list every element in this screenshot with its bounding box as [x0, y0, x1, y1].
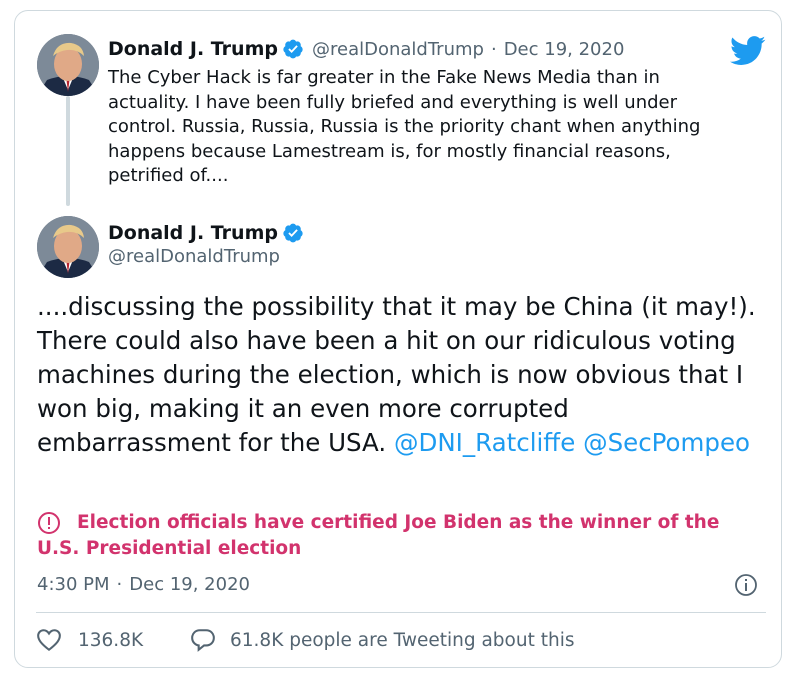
author-handle[interactable]: @realDonaldTrump: [108, 246, 280, 267]
avatar[interactable]: [37, 216, 99, 278]
separator-dot: ·: [490, 38, 497, 60]
info-icon[interactable]: [734, 573, 758, 597]
speech-bubble-icon[interactable]: [190, 628, 216, 652]
like-count[interactable]: 136.8K: [78, 630, 143, 651]
avatar-portrait-icon: [37, 34, 99, 96]
divider: [36, 612, 766, 613]
author-name[interactable]: Donald J. Trump: [108, 38, 278, 60]
mention-link[interactable]: @DNI_Ratcliffe: [394, 428, 575, 457]
tweet-date[interactable]: Dec 19, 2020: [504, 39, 625, 60]
tweet-time[interactable]: 4:30 PM: [37, 574, 110, 595]
separator-dot: ·: [116, 573, 123, 595]
heart-icon[interactable]: [36, 628, 62, 652]
tweet-text: ....discussing the possibility that it m…: [37, 290, 765, 460]
election-notice[interactable]: Election officials have certified Joe Bi…: [37, 510, 765, 562]
author-handle[interactable]: @realDonaldTrump: [312, 39, 484, 60]
verified-badge-icon: [283, 39, 303, 59]
avatar-portrait-icon: [37, 216, 99, 278]
author-name[interactable]: Donald J. Trump: [108, 222, 278, 244]
twitter-bird-icon[interactable]: [730, 36, 766, 66]
mention-link[interactable]: @SecPompeo: [583, 428, 750, 457]
verified-badge-icon: [283, 223, 303, 243]
tweet-text: The Cyber Hack is far greater in the Fak…: [108, 67, 701, 186]
tweet-date[interactable]: Dec 19, 2020: [129, 574, 250, 595]
avatar[interactable]: [37, 34, 99, 96]
thread-connector: [66, 96, 70, 206]
conversation-link[interactable]: 61.8K people are Tweeting about this: [230, 630, 574, 651]
